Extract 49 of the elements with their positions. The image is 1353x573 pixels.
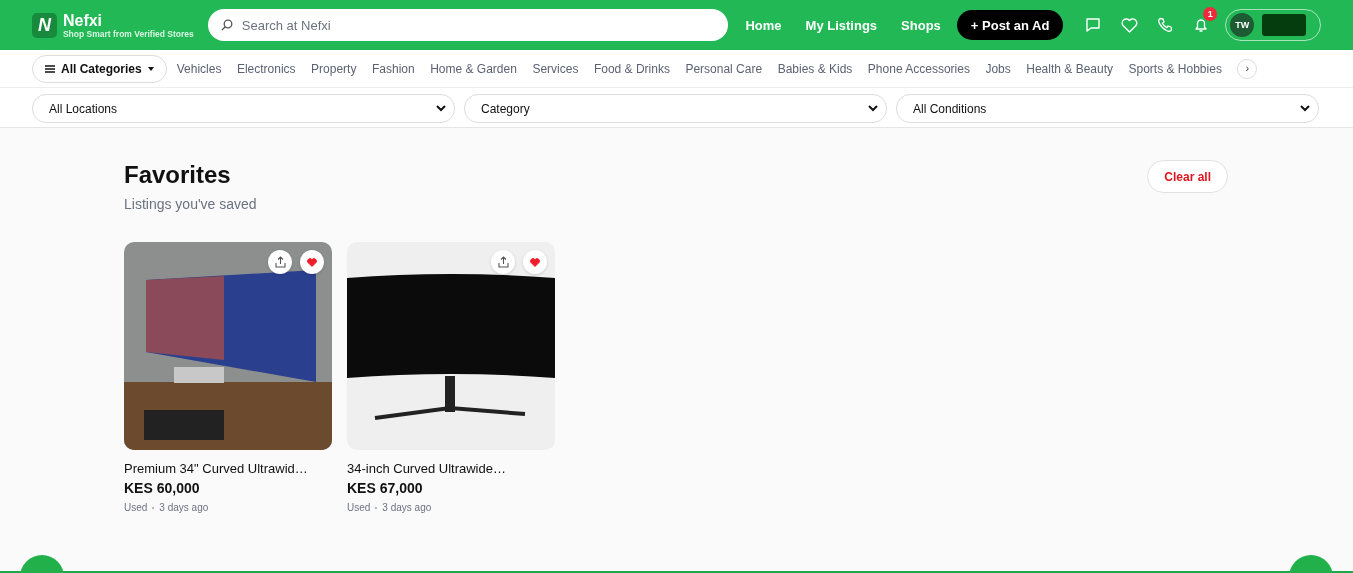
category-link[interactable]: Sports & Hobbies <box>1128 61 1222 76</box>
caret-icon <box>147 66 154 71</box>
category-link[interactable]: Home & Garden <box>430 61 517 76</box>
listing-condition: Used <box>124 502 148 513</box>
page-title: Favorites <box>124 160 232 190</box>
brand-name: Nefxi <box>62 11 104 29</box>
brand-tagline: Shop Smart from Verified Stores <box>62 28 194 39</box>
filter-dropdown[interactable]: All Locations <box>32 94 455 123</box>
share-icon <box>274 256 286 268</box>
category-link[interactable]: Phone Accessories <box>867 61 970 76</box>
monitor-photo-placeholder[interactable] <box>124 242 332 450</box>
redacted-block <box>1262 14 1307 36</box>
listing-title[interactable]: Premium 34" Curved Ultrawid… <box>124 461 332 476</box>
page-subtitle: Listings you've saved <box>124 196 257 212</box>
category-link[interactable]: Property <box>311 61 357 76</box>
search-field[interactable]: Search at Nefxi <box>207 9 729 41</box>
scroll-right-button[interactable]: › <box>1237 58 1258 79</box>
category-link[interactable]: Services <box>532 61 579 76</box>
category-link[interactable]: Jobs <box>985 61 1011 76</box>
category-link[interactable]: Babies & Kids <box>777 61 853 76</box>
filter-dropdown[interactable]: Category <box>464 94 887 123</box>
listing-condition: Used <box>347 502 371 513</box>
heart-icon[interactable] <box>1120 17 1138 33</box>
notification-badge: 1 <box>1203 7 1218 21</box>
chevron-down-icon <box>436 105 446 112</box>
phone-icon[interactable] <box>1157 17 1174 33</box>
monitor-photo-placeholder[interactable] <box>347 242 555 450</box>
user-avatar: TW <box>1230 13 1255 37</box>
listing-price: KES 60,000 <box>124 480 201 496</box>
all-categories-button[interactable]: All Categories <box>32 54 167 83</box>
category-link[interactable]: Food & Drinks <box>593 61 670 76</box>
listing-date: 3 days ago <box>159 502 209 513</box>
listing-date: 3 days ago <box>382 502 432 513</box>
share-icon <box>497 256 509 268</box>
logo-icon[interactable]: N <box>32 12 57 38</box>
category-link[interactable]: Electronics <box>236 61 296 76</box>
category-link[interactable]: Personal Care <box>685 61 763 76</box>
menu-icon <box>45 64 55 73</box>
chat-icon[interactable] <box>1085 17 1102 33</box>
category-link[interactable]: Health & Beauty <box>1026 61 1113 76</box>
chevron-down-icon <box>868 105 878 112</box>
listing-price: KES 67,000 <box>347 480 424 496</box>
category-link[interactable]: Fashion <box>371 61 415 76</box>
category-link[interactable]: Vehicles <box>176 61 222 76</box>
filter-dropdown[interactable]: All Conditions <box>896 94 1319 123</box>
listing-title[interactable]: 34-inch Curved Ultrawide… <box>347 461 555 476</box>
clear-all-button[interactable]: Clear all <box>1147 160 1228 193</box>
post-ad-button[interactable]: + Post an Ad <box>956 10 1064 40</box>
chevron-down-icon <box>1300 105 1310 112</box>
